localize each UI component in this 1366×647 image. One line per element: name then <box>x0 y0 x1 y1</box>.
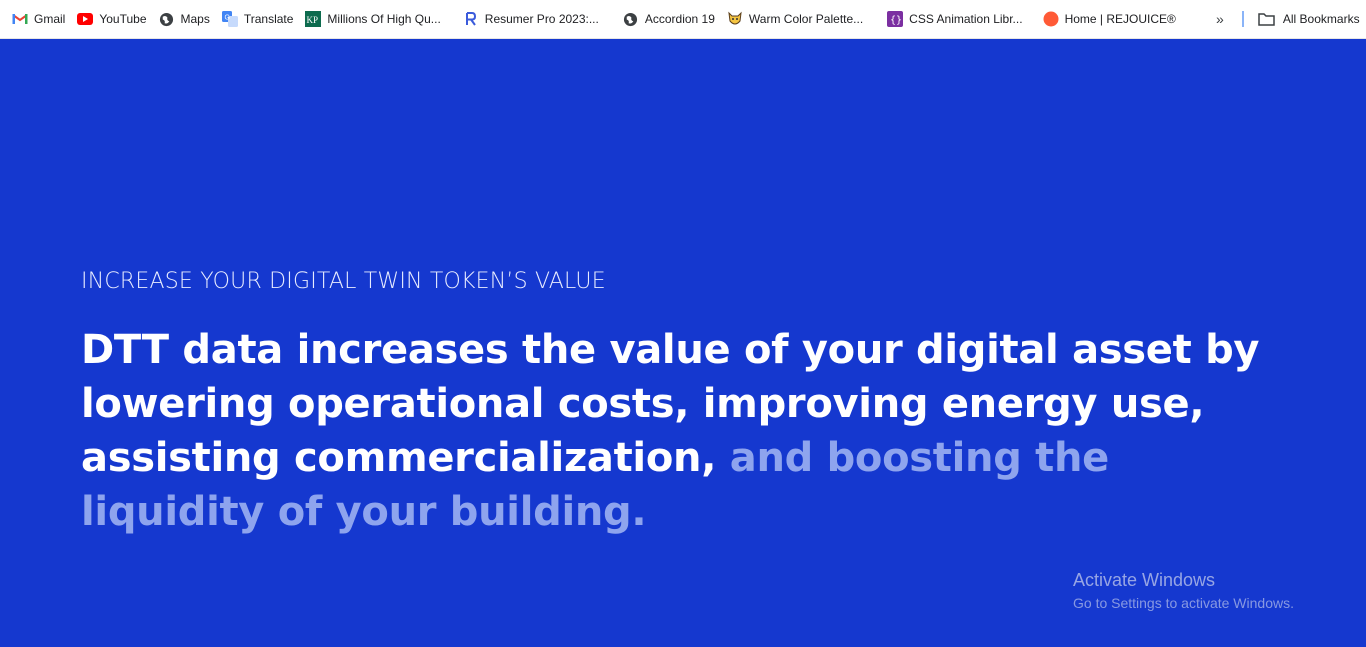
bookmarks-bar: Gmail YouTube Maps G Translate KP Millio… <box>0 0 1366 39</box>
bookmark-label: Translate <box>243 12 294 26</box>
all-bookmarks-label: All Bookmarks <box>1282 12 1360 26</box>
hero-eyebrow: INCREASE YOUR DIGITAL TWIN TOKEN’S VALUE <box>81 269 606 294</box>
svg-text:{}: {} <box>890 15 902 26</box>
folder-icon <box>1258 11 1276 27</box>
bookmark-youtube[interactable]: YouTube <box>77 7 152 31</box>
bookmark-label: Accordion 19 <box>644 12 715 26</box>
translate-icon: G <box>221 11 238 27</box>
bookmark-warm-color[interactable]: Warm Color Palette... <box>727 7 869 31</box>
bookmark-label: Millions Of High Qu... <box>327 12 441 26</box>
svg-text:G: G <box>224 15 229 22</box>
bookmark-rejouice[interactable]: Home | REJOUICE® <box>1043 7 1182 31</box>
bookmark-label: Warm Color Palette... <box>748 12 864 26</box>
hero-headline: DTT data increases the value of your dig… <box>81 323 1281 539</box>
bookmark-gmail[interactable]: Gmail <box>12 7 71 31</box>
activate-windows-watermark: Activate Windows Go to Settings to activ… <box>1073 570 1294 611</box>
bookmark-accordion[interactable]: Accordion 19 <box>623 7 721 31</box>
bookmark-label: Maps <box>180 12 210 26</box>
bookmark-label: CSS Animation Libr... <box>909 12 1023 26</box>
gmail-icon <box>12 11 28 27</box>
kp-icon: KP <box>305 11 322 27</box>
bookmark-label: YouTube <box>99 12 147 26</box>
globe-icon <box>159 11 175 27</box>
braces-icon: {} <box>887 11 904 27</box>
bookmark-label: Home | REJOUICE® <box>1064 12 1176 26</box>
svg-text:KP: KP <box>307 15 319 25</box>
watermark-title: Activate Windows <box>1073 570 1216 590</box>
bookmark-label: Resumer Pro 2023:... <box>484 12 599 26</box>
bookmark-label: Gmail <box>34 12 66 26</box>
bookmarks-divider <box>1241 11 1244 27</box>
hero-section: INCREASE YOUR DIGITAL TWIN TOKEN’S VALUE… <box>0 39 1366 647</box>
palette-icon <box>727 11 743 27</box>
bookmark-translate[interactable]: G Translate <box>221 7 300 31</box>
youtube-icon <box>77 11 94 27</box>
bookmark-resumer[interactable]: Resumer Pro 2023:... <box>463 7 605 31</box>
watermark-subtitle: Go to Settings to activate Windows. <box>1073 595 1294 611</box>
circle-icon <box>1043 11 1059 27</box>
bookmark-css-animation[interactable]: {} CSS Animation Libr... <box>887 7 1028 31</box>
globe-icon <box>623 11 639 27</box>
all-bookmarks-button[interactable]: All Bookmarks <box>1258 11 1360 27</box>
resumer-icon <box>463 11 479 27</box>
bookmark-maps[interactable]: Maps <box>159 7 216 31</box>
bookmark-millions[interactable]: KP Millions Of High Qu... <box>305 7 446 31</box>
more-bookmarks-button[interactable]: » <box>1210 11 1230 27</box>
